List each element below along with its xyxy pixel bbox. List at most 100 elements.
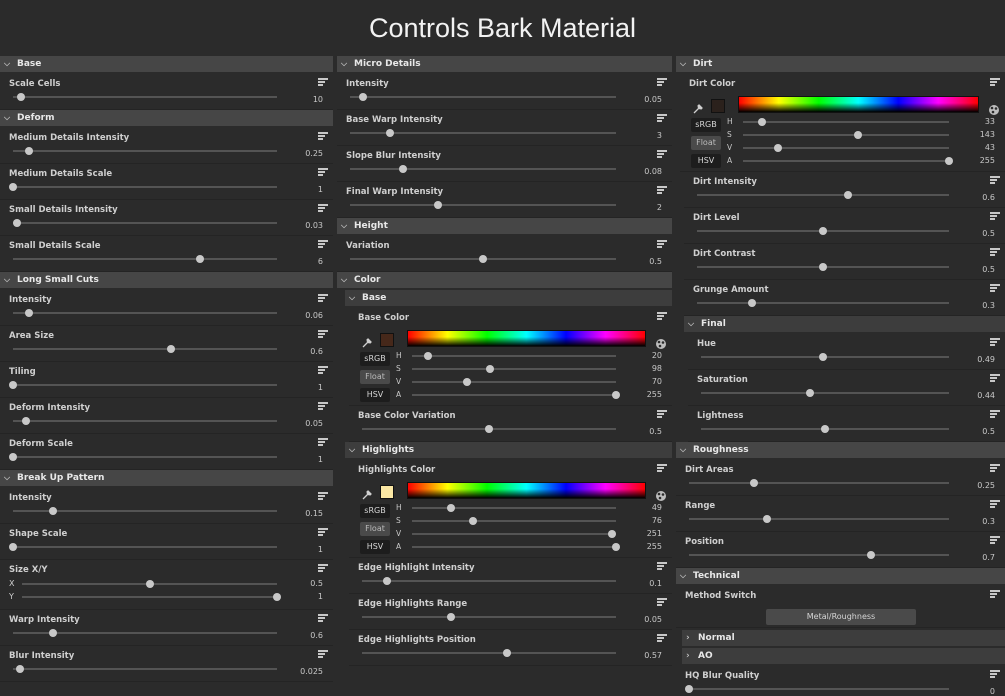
slider-value[interactable]: 0.25 bbox=[305, 149, 323, 158]
slider-value[interactable]: 0.49 bbox=[977, 355, 995, 364]
reset-menu-icon[interactable] bbox=[657, 240, 667, 248]
slider-value[interactable]: 0.3 bbox=[982, 301, 995, 310]
slider-knob[interactable] bbox=[469, 517, 478, 525]
slider-knob[interactable] bbox=[748, 299, 757, 307]
slider-track[interactable] bbox=[350, 201, 616, 209]
slider-track[interactable] bbox=[701, 389, 949, 397]
slider-knob[interactable] bbox=[48, 629, 57, 637]
slider-value[interactable]: 0.5 bbox=[649, 257, 662, 266]
hue-gradient-picker[interactable] bbox=[738, 96, 979, 113]
slider-value[interactable]: 0.6 bbox=[310, 631, 323, 640]
reset-menu-icon[interactable] bbox=[318, 564, 328, 572]
section-highlights[interactable]: ⌵ Highlights bbox=[345, 442, 672, 458]
vector-track-y[interactable] bbox=[22, 593, 281, 601]
reset-menu-icon[interactable] bbox=[657, 598, 667, 606]
section-technical[interactable]: ⌵ Technical bbox=[676, 568, 1005, 584]
slider-value[interactable]: 0.05 bbox=[644, 95, 662, 104]
slider-knob[interactable] bbox=[273, 593, 281, 601]
slider-track[interactable] bbox=[689, 551, 949, 559]
slider-value[interactable]: 0 bbox=[990, 687, 995, 696]
slider-knob[interactable] bbox=[145, 580, 154, 588]
slider-knob[interactable] bbox=[399, 165, 408, 173]
slider-value[interactable]: 1 bbox=[318, 383, 323, 392]
reset-menu-icon[interactable] bbox=[657, 562, 667, 570]
channel-value[interactable]: 20 bbox=[652, 351, 662, 360]
reset-menu-icon[interactable] bbox=[318, 402, 328, 410]
slider-track[interactable] bbox=[12, 219, 277, 227]
slider-track[interactable] bbox=[9, 453, 277, 461]
channel-value[interactable]: 70 bbox=[652, 377, 662, 386]
reset-menu-icon[interactable] bbox=[990, 212, 1000, 220]
section-long-small-cuts[interactable]: ⌵ Long Small Cuts bbox=[0, 272, 333, 288]
axis-value[interactable]: 1 bbox=[318, 592, 323, 601]
axis-value[interactable]: 0.5 bbox=[310, 579, 323, 588]
mode-hsv-button[interactable]: HSV bbox=[360, 388, 390, 402]
reset-menu-icon[interactable] bbox=[990, 500, 1000, 508]
slider-track[interactable] bbox=[13, 309, 277, 317]
reset-menu-icon[interactable] bbox=[318, 294, 328, 302]
section-color[interactable]: ⌵ Color bbox=[337, 272, 672, 288]
slider-knob[interactable] bbox=[844, 191, 853, 199]
slider-track[interactable] bbox=[13, 345, 277, 353]
slider-track[interactable] bbox=[689, 479, 949, 487]
mode-srgb-button[interactable]: sRGB bbox=[691, 118, 721, 132]
channel-value[interactable]: 255 bbox=[647, 390, 662, 399]
channel-value[interactable]: 76 bbox=[652, 516, 662, 525]
eyedropper-icon[interactable] bbox=[361, 334, 373, 348]
slider-value[interactable]: 0.7 bbox=[982, 553, 995, 562]
slider-track[interactable] bbox=[350, 255, 616, 263]
slider-knob[interactable] bbox=[359, 93, 368, 101]
slider-knob[interactable] bbox=[463, 378, 472, 386]
slider-track[interactable] bbox=[13, 665, 277, 673]
reset-menu-icon[interactable] bbox=[318, 240, 328, 248]
slider-knob[interactable] bbox=[763, 515, 771, 523]
reset-menu-icon[interactable] bbox=[318, 528, 328, 536]
reset-menu-icon[interactable] bbox=[318, 438, 328, 446]
slider-knob[interactable] bbox=[774, 144, 783, 152]
channel-value[interactable]: 43 bbox=[985, 143, 995, 152]
channel-track[interactable] bbox=[412, 352, 616, 360]
mode-float-button[interactable]: Float bbox=[360, 522, 390, 536]
section-height[interactable]: ⌵ Height bbox=[337, 218, 672, 234]
eyedropper-icon[interactable] bbox=[692, 100, 704, 114]
slider-track[interactable] bbox=[9, 543, 277, 551]
slider-knob[interactable] bbox=[167, 345, 176, 353]
reset-menu-icon[interactable] bbox=[990, 284, 1000, 292]
slider-value[interactable]: 0.5 bbox=[982, 427, 995, 436]
channel-value[interactable]: 251 bbox=[647, 529, 662, 538]
hue-gradient-picker[interactable] bbox=[407, 330, 646, 347]
slider-value[interactable]: 0.44 bbox=[977, 391, 995, 400]
channel-track[interactable] bbox=[412, 517, 616, 525]
slider-value[interactable]: 2 bbox=[657, 203, 662, 212]
mode-float-button[interactable]: Float bbox=[691, 136, 721, 150]
slider-knob[interactable] bbox=[854, 131, 863, 139]
channel-value[interactable]: 255 bbox=[980, 156, 995, 165]
reset-menu-icon[interactable] bbox=[990, 176, 1000, 184]
slider-value[interactable]: 0.57 bbox=[644, 651, 662, 660]
slider-track[interactable] bbox=[9, 381, 277, 389]
slider-knob[interactable] bbox=[196, 255, 205, 263]
slider-knob[interactable] bbox=[383, 577, 392, 585]
slider-value[interactable]: 0.5 bbox=[982, 265, 995, 274]
slider-track[interactable] bbox=[9, 183, 277, 191]
slider-knob[interactable] bbox=[485, 425, 493, 433]
color-swatch[interactable] bbox=[380, 333, 394, 347]
section-break-up-pattern[interactable]: ⌵ Break Up Pattern bbox=[0, 470, 333, 486]
reset-menu-icon[interactable] bbox=[318, 330, 328, 338]
slider-knob[interactable] bbox=[446, 613, 455, 621]
slider-track[interactable] bbox=[350, 129, 616, 137]
slider-value[interactable]: 6 bbox=[318, 257, 323, 266]
slider-knob[interactable] bbox=[607, 530, 616, 538]
slider-value[interactable]: 0.25 bbox=[977, 481, 995, 490]
section-roughness[interactable]: ⌵ Roughness bbox=[676, 442, 1005, 458]
reset-menu-icon[interactable] bbox=[657, 464, 667, 472]
slider-knob[interactable] bbox=[48, 507, 57, 515]
slider-knob[interactable] bbox=[819, 227, 827, 235]
slider-track[interactable] bbox=[13, 629, 277, 637]
vector-track-x[interactable] bbox=[22, 580, 277, 588]
channel-track[interactable] bbox=[743, 144, 949, 152]
slider-track[interactable] bbox=[697, 263, 949, 271]
slider-knob[interactable] bbox=[24, 309, 33, 317]
slider-knob[interactable] bbox=[385, 129, 394, 137]
slider-value[interactable]: 1 bbox=[318, 545, 323, 554]
